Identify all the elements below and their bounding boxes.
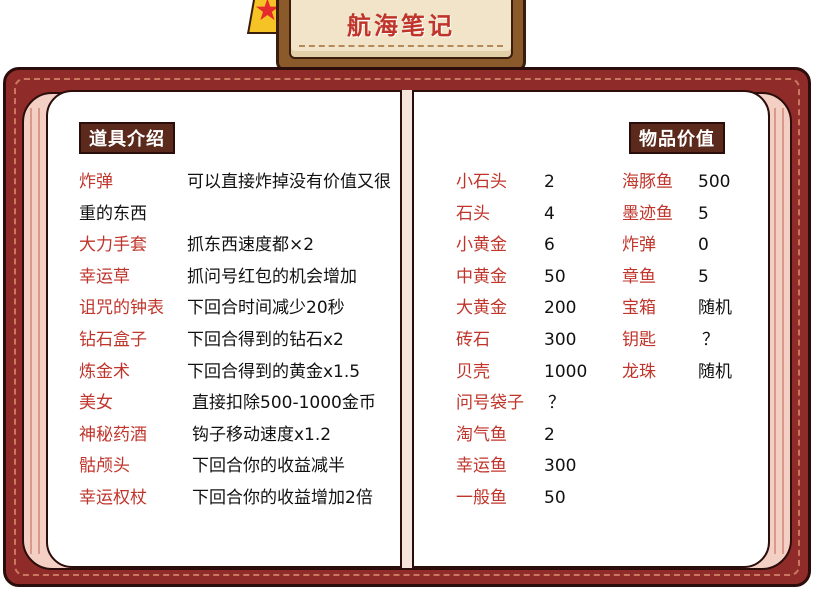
item-name: 诅咒的钟表 bbox=[79, 298, 164, 319]
value-item-name: 章鱼 bbox=[622, 266, 656, 287]
value-item-name: 大黄金 bbox=[456, 298, 507, 319]
page-title: 航海笔记 bbox=[347, 12, 455, 40]
value-row: 贝壳 1000 bbox=[456, 357, 606, 389]
value-item-name: 墨迹鱼 bbox=[622, 203, 673, 224]
item-description: 下回合时间减少20秒 bbox=[187, 298, 345, 319]
value-item-value: ？ bbox=[548, 393, 565, 414]
item-name: 钻石盒子 bbox=[79, 329, 147, 350]
item-row: 炸弹 可以直接炸掉没有价值又很重的东西 bbox=[79, 167, 399, 230]
item-name: 神秘药酒 bbox=[79, 424, 147, 445]
item-intro-heading: 道具介绍 bbox=[79, 122, 175, 154]
value-item-name: 小石头 bbox=[456, 172, 507, 192]
value-item-name: 钥匙 bbox=[622, 329, 656, 350]
value-row: 海豚鱼 500 bbox=[622, 167, 772, 199]
value-item-value: 50 bbox=[544, 487, 566, 508]
item-description: 下回合得到的钻石x2 bbox=[187, 329, 344, 350]
value-item-name: 海豚鱼 bbox=[622, 172, 673, 192]
item-row: 美女 直接扣除500-1000金币 bbox=[79, 388, 399, 420]
item-name: 美女 bbox=[79, 393, 113, 414]
item-row: 诅咒的钟表 下回合时间减少20秒 bbox=[79, 293, 399, 325]
value-item-value: 随机 bbox=[698, 298, 732, 319]
value-item-name: 贝壳 bbox=[456, 361, 490, 382]
item-value-list-1: 小石头 2 石头 4 小黄金 6 中黄金 50 大黄金 200 砖石 300 贝壳 1000 … bbox=[456, 167, 606, 515]
item-row: 钻石盒子 下回合得到的钻石x2 bbox=[79, 325, 399, 357]
value-row: 炸弹 0 bbox=[622, 230, 772, 262]
title-plaque-inner: 航海笔记 bbox=[289, 0, 513, 59]
value-row: 一般鱼 50 bbox=[456, 483, 606, 515]
value-item-name: 砖石 bbox=[456, 329, 490, 350]
value-row: 问号袋子 ？ bbox=[456, 388, 606, 420]
value-row: 中黄金 50 bbox=[456, 262, 606, 294]
value-item-value: 6 bbox=[544, 235, 555, 256]
item-row: 大力手套 抓东西速度都×2 bbox=[79, 230, 399, 262]
value-item-value: 300 bbox=[544, 456, 577, 477]
value-item-name: 一般鱼 bbox=[456, 487, 507, 508]
value-row: 小黄金 6 bbox=[456, 230, 606, 262]
item-value-heading: 物品价值 bbox=[629, 122, 725, 154]
value-row: 淘气鱼 2 bbox=[456, 420, 606, 452]
value-row: 石头 4 bbox=[456, 199, 606, 231]
value-item-name: 问号袋子 bbox=[456, 393, 524, 414]
item-description: 抓问号红包的机会增加 bbox=[187, 266, 357, 287]
value-item-name: 中黄金 bbox=[456, 266, 507, 287]
item-description: 可以直接炸掉没有价值又很重的东西 bbox=[79, 172, 391, 224]
value-item-value: 5 bbox=[698, 203, 709, 224]
value-row: 墨迹鱼 5 bbox=[622, 199, 772, 231]
value-item-name: 龙珠 bbox=[622, 361, 656, 382]
value-item-value: 5 bbox=[698, 266, 709, 287]
item-name: 大力手套 bbox=[79, 235, 147, 256]
item-description: 下回合得到的黄金x1.5 bbox=[187, 361, 361, 382]
value-row: 宝箱 随机 bbox=[622, 293, 772, 325]
item-name: 幸运草 bbox=[79, 266, 130, 287]
item-intro-list: 炸弹 可以直接炸掉没有价值又很重的东西 大力手套 抓东西速度都×2 幸运草 抓问… bbox=[79, 167, 399, 515]
book-spine bbox=[400, 90, 414, 568]
value-item-name: 宝箱 bbox=[622, 298, 656, 319]
item-name: 幸运权杖 bbox=[79, 487, 147, 508]
item-row: 骷颅头 下回合你的收益减半 bbox=[79, 451, 399, 483]
value-row: 大黄金 200 bbox=[456, 293, 606, 325]
item-description: 下回合你的收益增加2倍 bbox=[192, 487, 373, 508]
title-plaque: 航海笔记 bbox=[276, 0, 526, 72]
item-row: 幸运草 抓问号红包的机会增加 bbox=[79, 262, 399, 294]
value-item-name: 石头 bbox=[456, 203, 490, 224]
value-item-value: 1000 bbox=[544, 361, 588, 382]
item-row: 神秘药酒 钩子移动速度x1.2 bbox=[79, 420, 399, 452]
value-item-name: 炸弹 bbox=[622, 235, 656, 256]
item-row: 幸运权杖 下回合你的收益增加2倍 bbox=[79, 483, 399, 515]
item-description: 钩子移动速度x1.2 bbox=[192, 424, 332, 445]
value-row: 砖石 300 bbox=[456, 325, 606, 357]
value-item-value: 50 bbox=[544, 266, 566, 287]
value-item-value: 随机 bbox=[698, 361, 732, 382]
value-item-name: 淘气鱼 bbox=[456, 424, 507, 445]
value-item-value: 0 bbox=[698, 235, 709, 256]
value-item-value: 2 bbox=[544, 172, 555, 192]
value-item-value: 300 bbox=[544, 329, 577, 350]
value-row: 小石头 2 bbox=[456, 167, 606, 199]
value-row: 章鱼 5 bbox=[622, 262, 772, 294]
value-item-value: 4 bbox=[544, 203, 555, 224]
item-name: 骷颅头 bbox=[79, 456, 130, 477]
value-row: 钥匙 ？ bbox=[622, 325, 772, 357]
value-item-value: 2 bbox=[544, 424, 555, 445]
value-item-value: ？ bbox=[702, 329, 719, 350]
value-item-value: 500 bbox=[698, 172, 731, 192]
value-item-value: 200 bbox=[544, 298, 577, 319]
value-item-name: 幸运鱼 bbox=[456, 456, 507, 477]
value-row: 幸运鱼 300 bbox=[456, 451, 606, 483]
item-description: 下回合你的收益减半 bbox=[192, 456, 345, 477]
item-description: 抓东西速度都×2 bbox=[187, 235, 315, 256]
item-row: 炼金术 下回合得到的黄金x1.5 bbox=[79, 357, 399, 389]
value-row: 龙珠 随机 bbox=[622, 357, 772, 389]
item-name: 炼金术 bbox=[79, 361, 130, 382]
value-item-name: 小黄金 bbox=[456, 235, 507, 256]
item-description: 直接扣除500-1000金币 bbox=[192, 393, 376, 414]
item-value-list-2: 海豚鱼 500 墨迹鱼 5 炸弹 0 章鱼 5 宝箱 随机 钥匙？ 龙珠 随机 bbox=[622, 167, 772, 388]
